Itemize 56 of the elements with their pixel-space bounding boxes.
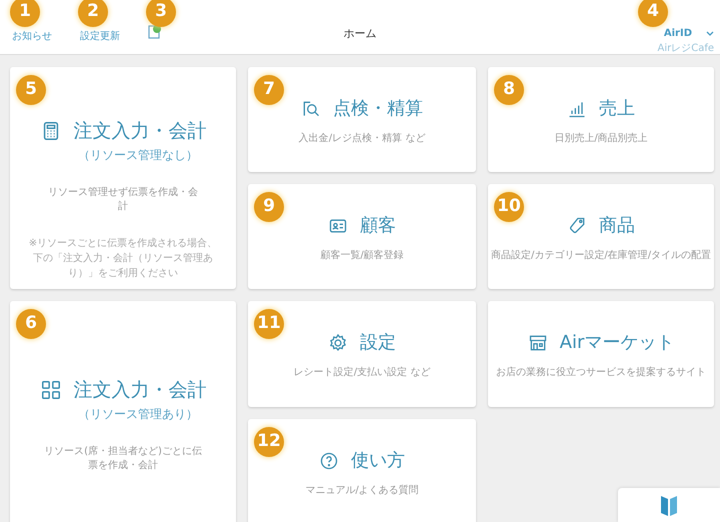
number-badge: 10 — [494, 192, 524, 222]
tile-title: 売上 — [599, 97, 635, 121]
tile-title: 設定 — [360, 331, 396, 355]
settings-icon — [328, 332, 348, 352]
number-badge: 9 — [254, 192, 284, 222]
menu-tile[interactable]: Airマーケット お店の業務に役立つサービスを提案するサイト — [488, 301, 714, 407]
menu-tile[interactable]: 設定 レシート設定/支払い設定 など 11 — [248, 301, 476, 407]
number-badge: 1 — [10, 0, 40, 27]
menu-tile[interactable]: 注文入力・会計 （リソース管理なし） リソース管理せず伝票を作成・会計 ※リソースごとに伝票を作成される場合、下の「注文入力・会計（リソース管理あり）」をご利用ください 5 — [10, 67, 236, 289]
number-badge: 12 — [254, 427, 284, 457]
tile-title: 点検・精算 — [333, 97, 423, 121]
tile-title: 注文入力・会計 — [74, 378, 206, 403]
number-badge: 8 — [494, 75, 524, 105]
tile-description: 商品設定/カテゴリー設定/在庫管理/タイルの配置 — [490, 249, 712, 263]
tile-description: 顧客一覧/顧客登録 — [320, 249, 404, 263]
tile-note: ※リソースごとに伝票を作成される場合、下の「注文入力・会計（リソース管理あり）」をご利用ください — [28, 236, 218, 280]
help-icon — [319, 450, 339, 470]
menu-tile[interactable]: 商品 商品設定/カテゴリー設定/在庫管理/タイルの配置 10 — [488, 184, 714, 289]
number-badge: 11 — [254, 309, 284, 339]
menu-tile[interactable]: 顧客 顧客一覧/顧客登録 9 — [248, 184, 476, 289]
menu-tile[interactable]: 使い方 マニュアル/よくある質問 12 — [248, 419, 476, 522]
number-badge: 5 — [16, 75, 46, 105]
number-badge: 7 — [254, 75, 284, 105]
store-name: AirレジCafe — [657, 42, 714, 56]
number-badge: 4 — [638, 0, 668, 27]
tile-description: お店の業務に役立つサービスを提案するサイト — [496, 366, 706, 380]
book-icon — [660, 494, 678, 516]
screen-title: ホーム — [344, 27, 376, 40]
grid-icon — [40, 379, 62, 402]
tile-title: 顧客 — [360, 214, 396, 238]
tile-description: マニュアル/よくある質問 — [305, 484, 419, 498]
tile-description: リソース(席・担当者など)ごとに伝票を作成・会計 — [43, 444, 203, 472]
account-link[interactable]: AirID — [664, 26, 692, 41]
tile-subtitle: （リソース管理なし） — [78, 146, 198, 164]
magnifier-icon — [301, 98, 321, 118]
tile-title: Airマーケット — [560, 331, 674, 355]
header-link[interactable]: 設定更新 — [80, 31, 120, 42]
tile-description: リソース管理せず伝票を作成・会計 — [47, 186, 199, 214]
menu-tile[interactable]: 注文入力・会計 （リソース管理あり） リソース(席・担当者など)ごとに伝票を作成・会計 6 — [10, 301, 236, 522]
menu-tile[interactable]: 点検・精算 入出金/レジ点検・精算 など 7 — [248, 67, 476, 172]
floating-card[interactable] — [618, 488, 720, 522]
caret-icon[interactable] — [706, 30, 714, 36]
menu-tile[interactable]: 売上 日別売上/商品別売上 8 — [488, 67, 714, 172]
tile-description: 日別売上/商品別売上 — [554, 132, 648, 146]
storefront-icon — [528, 332, 548, 352]
tile-title: 注文入力・会計 — [74, 119, 206, 144]
header-link[interactable]: お知らせ — [12, 31, 52, 42]
tag-icon — [567, 216, 587, 236]
tile-subtitle: （リソース管理あり） — [78, 406, 198, 422]
tile-title: 商品 — [599, 214, 635, 238]
tile-description: レシート設定/支払い設定 など — [294, 366, 430, 380]
number-badge: 2 — [78, 0, 108, 27]
number-badge: 3 — [146, 0, 176, 27]
tile-description: 入出金/レジ点検・精算 など — [298, 132, 426, 146]
tile-title: 使い方 — [351, 449, 405, 473]
number-badge: 6 — [16, 309, 46, 339]
